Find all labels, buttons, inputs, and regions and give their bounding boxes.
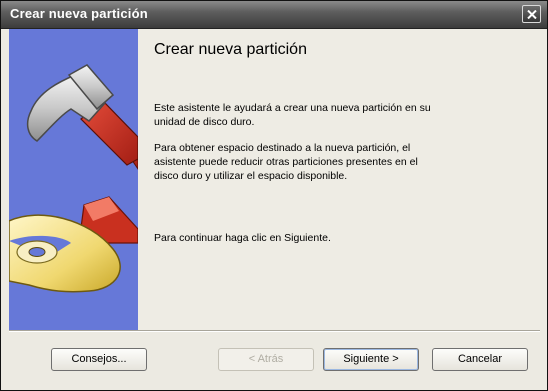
window-title: Crear nueva partición: [10, 6, 148, 21]
page-title: Crear nueva partición: [154, 41, 307, 58]
cancel-button[interactable]: Cancelar: [432, 348, 528, 371]
intro-text: Este asistente le ayudará a crear una nu…: [154, 102, 431, 128]
button-separator: [9, 330, 540, 332]
close-icon: [527, 10, 537, 19]
tips-button[interactable]: Consejos...: [51, 348, 147, 371]
continue-hint-text: Para continuar haga clic en Siguiente.: [154, 232, 331, 244]
space-info-text: Para obtener espacio destinado a la nuev…: [154, 142, 418, 182]
back-button[interactable]: < Atrás: [218, 348, 314, 371]
close-button[interactable]: [522, 5, 541, 23]
title-bar[interactable]: Crear nueva partición: [1, 1, 547, 29]
wizard-window: Crear nueva partición Crear nueva partic…: [0, 0, 548, 391]
next-button[interactable]: Siguiente >: [323, 348, 419, 371]
hammer-disk-partition-icon: [9, 64, 138, 293]
side-illustration-panel: [9, 29, 138, 330]
content-area: Crear nueva partición Este asistente le …: [138, 29, 540, 330]
